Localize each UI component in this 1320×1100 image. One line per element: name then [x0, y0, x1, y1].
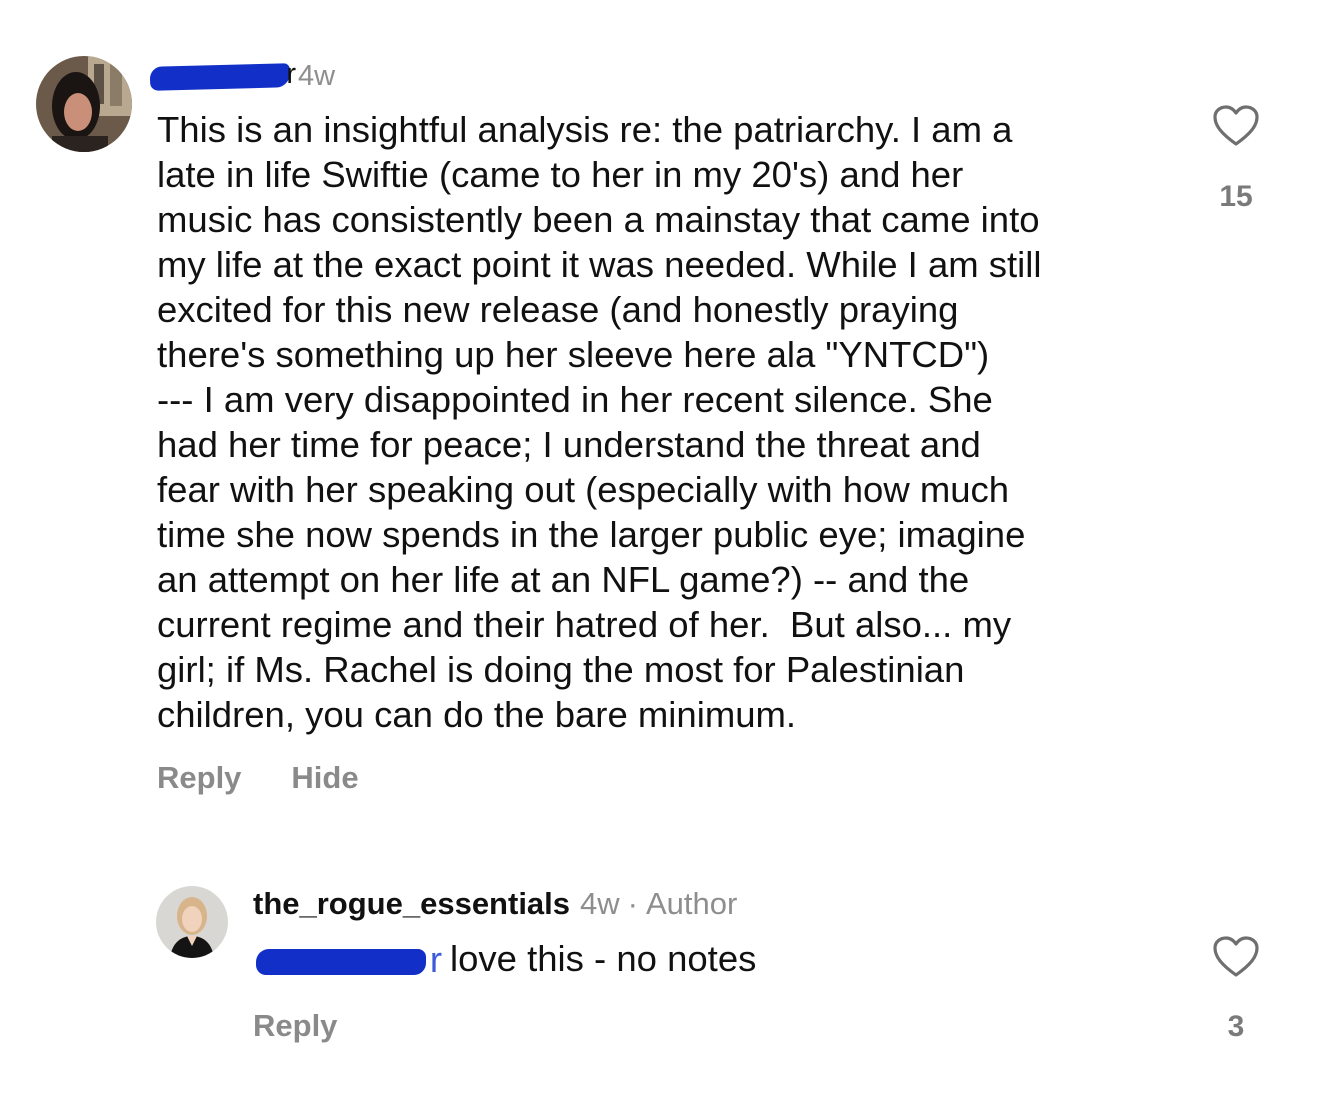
comment-line: there's something up her sleeve here ala…	[157, 334, 990, 375]
comment-actions: Reply Hide	[157, 760, 359, 796]
avatar-photo	[156, 886, 228, 958]
comment-line: This is an insightful analysis re: the p…	[157, 109, 1013, 150]
redaction-mark	[256, 949, 426, 975]
avatar-photo	[36, 56, 132, 152]
comment-line: --- I am very disappointed in her recent…	[157, 379, 993, 420]
heart-outline-icon	[1213, 105, 1259, 146]
comment-line: children, you can do the bare minimum.	[157, 694, 797, 735]
reply-text: r love this - no notes	[256, 938, 756, 980]
like-count: 3	[1227, 1010, 1245, 1043]
reply-message: love this - no notes	[450, 938, 757, 979]
heart-outline-icon	[1213, 936, 1259, 977]
commenter-avatar[interactable]	[36, 56, 132, 152]
heart-icon[interactable]	[1212, 104, 1260, 148]
author-avatar[interactable]	[156, 886, 228, 958]
redaction-mark	[149, 63, 291, 91]
comment-header: r 4w	[149, 58, 336, 94]
comment-line: had her time for peace; I understand the…	[157, 424, 981, 465]
comment-line: music has consistently been a mainstay t…	[157, 199, 1040, 240]
comment-text: This is an insightful analysis re: the p…	[157, 107, 1167, 737]
like-count: 15	[1219, 180, 1253, 213]
hide-button[interactable]: Hide	[291, 760, 358, 796]
comment-line: my life at the exact point it was needed…	[157, 244, 1042, 285]
heart-icon[interactable]	[1212, 935, 1260, 979]
username-fragment: r	[286, 58, 296, 90]
reply-header: the_rogue_essentials 4w · Author	[253, 886, 737, 922]
reply-button[interactable]: Reply	[157, 760, 241, 796]
comment-line: late in life Swiftie (came to her in my …	[157, 154, 964, 195]
reply-timestamp: 4w	[580, 886, 620, 921]
reply-button[interactable]: Reply	[253, 1008, 337, 1044]
redacted-mention[interactable]: r	[256, 939, 442, 980]
redacted-username[interactable]: r	[149, 58, 296, 91]
comment-line: excited for this new release (and honest…	[157, 289, 959, 330]
comment-line: an attempt on her life at an NFL game?) …	[157, 559, 970, 600]
comment-timestamp: 4w	[298, 59, 336, 92]
separator-dot: ·	[627, 886, 638, 921]
comment-line: time she now spends in the larger public…	[157, 514, 1026, 555]
comment-line: girl; if Ms. Rachel is doing the most fo…	[157, 649, 965, 690]
mention-fragment: r	[429, 939, 442, 980]
comment-line: fear with her speaking out (especially w…	[157, 469, 1010, 510]
author-badge: Author	[646, 886, 738, 921]
comment-line: current regime and their hatred of her. …	[157, 604, 1012, 645]
author-username[interactable]: the_rogue_essentials	[253, 886, 570, 922]
